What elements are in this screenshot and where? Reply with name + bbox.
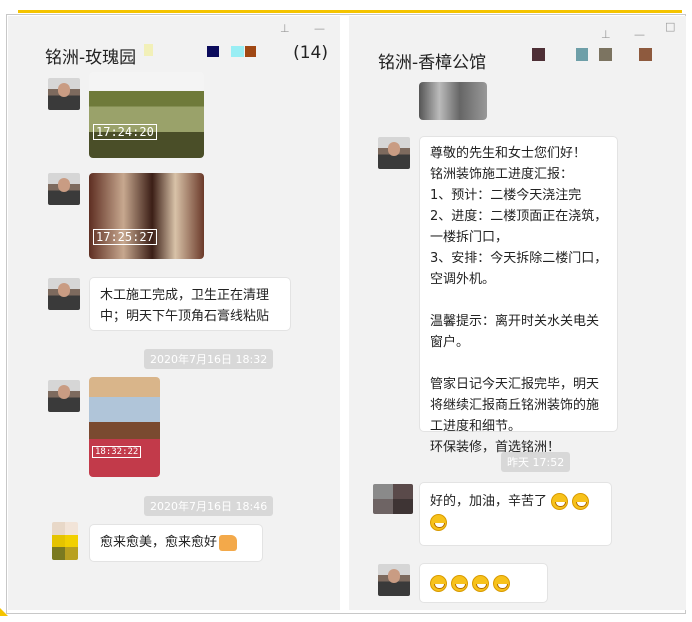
time-divider: 2020年7月16日 18:32 <box>144 349 274 369</box>
photo-timestamp: 17:25:27 <box>93 229 157 245</box>
avatar[interactable] <box>52 522 78 560</box>
avatar[interactable] <box>378 564 410 596</box>
maximize-icon[interactable]: □ <box>665 20 675 33</box>
message-text: 空调外机。 <box>430 272 496 287</box>
photo-timestamp: 17:24:20 <box>93 124 157 140</box>
message-bubble[interactable]: 愈来愈美，愈来愈好 <box>89 524 263 562</box>
grin-emoji-icon <box>430 514 447 531</box>
resize-corner <box>0 608 8 616</box>
message-text: 中；明天下午顶角石膏线粘贴 <box>100 309 270 324</box>
minimize-icon[interactable]: — <box>634 28 645 41</box>
chat-title: 铭洲-玫瑰园 <box>45 48 137 68</box>
message-bubble[interactable]: 好的，加油，辛苦了 <box>419 482 612 546</box>
window-accent-bar <box>18 10 682 13</box>
title-mosaic <box>245 46 256 57</box>
avatar[interactable] <box>48 78 80 110</box>
message-text: 2、进度：二楼顶面正在浇筑， <box>430 209 608 224</box>
avatar[interactable] <box>48 380 80 412</box>
pin-icon[interactable]: ⊥ <box>280 22 290 35</box>
member-count: (14) <box>293 43 328 63</box>
minimize-icon[interactable]: — <box>314 22 325 35</box>
message-text: 好的，加油，辛苦了 <box>430 494 548 509</box>
title-mosaic <box>532 48 545 61</box>
photo-timestamp: 18:32:22 <box>92 446 142 458</box>
title-mosaic <box>231 46 244 57</box>
message-text: 管家日记今天汇报完毕，明天 <box>430 377 600 392</box>
avatar[interactable] <box>373 484 413 514</box>
message-bubble[interactable]: 木工施工完成，卫生正在清理 中；明天下午顶角石膏线粘贴 <box>89 277 291 331</box>
title-mosaic <box>599 48 612 61</box>
thumbs-up-icon <box>219 534 238 551</box>
message-text: 铭洲装饰施工进度汇报： <box>430 167 574 182</box>
message-photo[interactable]: 17:24:20 <box>89 72 204 158</box>
message-text: 温馨提示：离开时关水关电关 <box>430 314 600 329</box>
message-photo[interactable] <box>419 82 487 120</box>
strong-emoji-icon <box>472 575 489 592</box>
title-mosaic <box>207 46 219 57</box>
message-text: 工进度和细节。 <box>430 419 522 434</box>
message-photo[interactable]: 18:32:22 <box>89 377 160 477</box>
message-text: 将继续汇报商丘铭洲装饰的施 <box>430 398 600 413</box>
pin-icon[interactable]: ⊥ <box>601 28 611 41</box>
message-bubble[interactable]: 尊敬的先生和女士您们好！ 铭洲装饰施工进度汇报： 1、预计：二楼今天浇注完 2、… <box>419 136 618 455</box>
grin-emoji-icon <box>572 493 590 510</box>
chat-window-camphor-mansion: 铭洲-香樟公馆 ⊥ — □ 尊敬的先生和女士您们好！ 铭洲装饰施工进度汇报： 1… <box>349 16 686 610</box>
time-divider: 2020年7月16日 18:46 <box>144 496 274 516</box>
strong-emoji-icon <box>430 575 447 592</box>
message-text: 3、安排：今天拆除二楼门口， <box>430 251 608 266</box>
message-text: 愈来愈美，愈来愈好 <box>100 535 218 550</box>
title-mosaic <box>639 48 652 61</box>
time-divider: 昨天 17:52 <box>501 452 571 472</box>
chat-window-rose-garden: 铭洲-玫瑰园 (14) ⊥ — 17:24:20 17:25:27 木工施工完成… <box>8 16 340 610</box>
message-bubble[interactable] <box>419 563 548 603</box>
title-bar[interactable]: 铭洲-玫瑰园 (14) ⊥ — <box>8 16 340 68</box>
avatar[interactable] <box>48 278 80 310</box>
grin-emoji-icon <box>551 493 569 510</box>
title-bar[interactable]: 铭洲-香樟公馆 ⊥ — □ <box>349 16 686 73</box>
message-text: 1、预计：二楼今天浇注完 <box>430 188 582 203</box>
message-text: 窗户。 <box>430 335 470 350</box>
message-text: 尊敬的先生和女士您们好！ <box>430 146 587 161</box>
strong-emoji-icon <box>451 575 468 592</box>
message-text: 一楼拆门口， <box>430 230 509 245</box>
grin-emoji-icon <box>493 575 510 592</box>
message-text: 木工施工完成，卫生正在清理 <box>100 288 270 303</box>
title-mosaic <box>576 48 588 61</box>
title-mosaic <box>144 44 153 56</box>
message-photo[interactable]: 17:25:27 <box>89 173 204 259</box>
avatar[interactable] <box>48 173 80 205</box>
chat-title: 铭洲-香樟公馆 <box>378 53 487 73</box>
avatar[interactable] <box>378 137 410 169</box>
